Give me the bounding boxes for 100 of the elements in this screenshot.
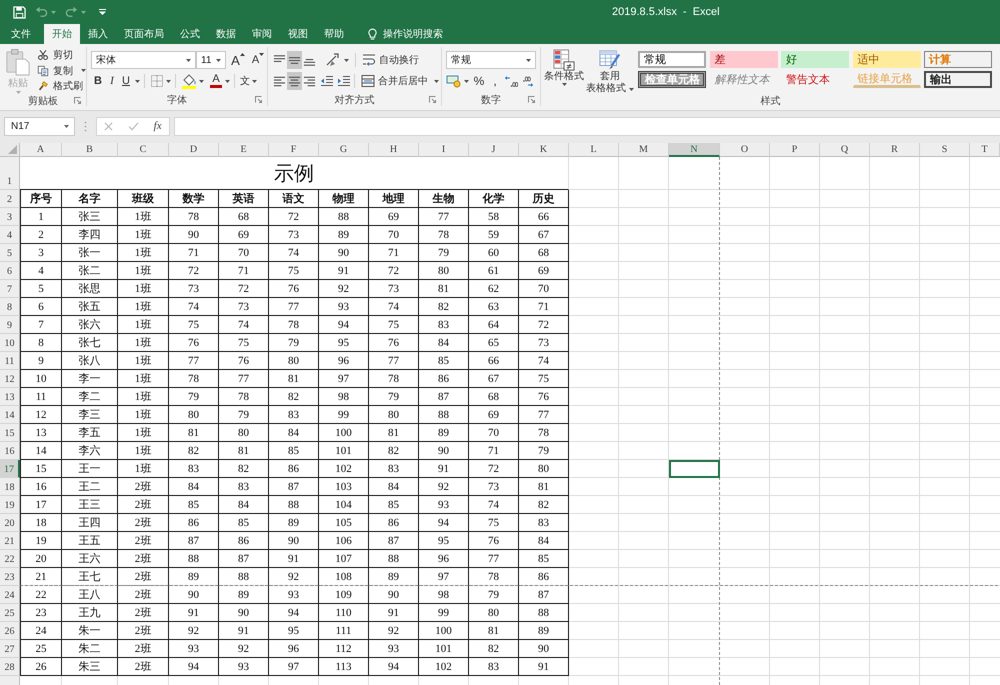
borders-icon[interactable] [150,74,164,88]
column-header[interactable]: K [519,143,569,157]
row-header[interactable]: 4 [0,226,20,244]
caret-icon[interactable] [216,58,221,62]
dialog-launcher-icon[interactable] [429,96,436,103]
align-center-button[interactable] [287,72,302,90]
increase-decimal-icon[interactable] [504,74,518,88]
row-header[interactable]: 9 [0,316,20,334]
row-header[interactable]: 27 [0,640,20,658]
tell-me-search[interactable]: 操作说明搜索 [383,27,443,41]
column-header[interactable]: M [619,143,669,157]
formula-input[interactable] [174,116,1000,136]
row-header[interactable]: 7 [0,280,20,298]
column-header[interactable]: R [870,143,920,157]
dialog-launcher-icon[interactable] [74,97,81,104]
grip-icon[interactable] [84,120,87,132]
currency-icon[interactable] [446,74,462,88]
caret-icon[interactable] [434,80,439,82]
caret-icon[interactable] [252,80,257,82]
cell-style-option[interactable]: 好 [781,51,849,68]
shrink-font-button[interactable]: A [250,51,266,69]
row-header[interactable]: 1 [0,157,20,190]
underline-button[interactable]: U [119,72,133,90]
format-painter-button[interactable]: 格式刷 [37,78,89,94]
name-box[interactable]: N17 [4,116,75,136]
column-header[interactable]: A [20,143,62,157]
cell-style-option[interactable]: 警告文本 [781,71,849,88]
row-header[interactable]: 11 [0,352,20,370]
row-header[interactable]: 12 [0,370,20,388]
caret-icon[interactable] [629,88,634,90]
cell-style-option[interactable]: 差 [710,51,778,68]
row-header[interactable]: 19 [0,496,20,514]
ribbon-tab[interactable]: 文件 [3,24,39,44]
column-header[interactable]: L [569,143,619,157]
dialog-launcher-icon[interactable] [255,96,262,103]
row-header[interactable]: 3 [0,208,20,226]
number-format-field[interactable]: 常规 [446,51,536,69]
cut-button[interactable]: 剪切 [37,47,89,63]
column-header[interactable]: D [169,143,219,157]
row-header[interactable]: 28 [0,658,20,676]
font-name-field[interactable]: 宋体 [91,51,196,69]
dialog-launcher-icon[interactable] [528,96,535,103]
ribbon-tab[interactable]: 插入 [80,24,116,44]
format-as-table-button[interactable]: 套用 表格格式 [585,47,635,95]
customize-icon[interactable] [99,9,106,15]
column-header[interactable]: E [219,143,269,157]
column-header[interactable]: O [720,143,770,157]
percent-button[interactable]: % [472,72,486,90]
column-header[interactable]: N [669,143,720,157]
grow-font-button[interactable]: A [230,51,246,69]
conditional-format-button[interactable]: 条件格式 [543,47,585,86]
row-header[interactable]: 24 [0,586,20,604]
row-header[interactable]: 10 [0,334,20,352]
ribbon-tab[interactable]: 数据 [208,24,244,44]
font-color-button[interactable]: A [209,72,223,90]
lightbulb-icon[interactable] [368,28,377,40]
column-header[interactable]: F [269,143,319,157]
fill-color-icon[interactable] [181,73,197,89]
caret-icon[interactable] [166,80,171,82]
row-header[interactable]: 23 [0,568,20,586]
active-cell[interactable] [669,460,720,478]
column-header[interactable]: Q [820,143,870,157]
column-header[interactable]: B [62,143,118,157]
increase-indent-icon[interactable] [337,74,351,88]
text-orientation-icon[interactable] [325,53,341,67]
row-header[interactable]: 25 [0,604,20,622]
copy-button[interactable]: 复制 [37,62,89,78]
caret-icon[interactable] [64,124,69,128]
caret-icon[interactable] [526,58,531,62]
ribbon-tab[interactable]: 公式 [172,24,208,44]
row-header[interactable]: 18 [0,478,20,496]
insert-function-button[interactable]: fx [154,120,162,132]
column-header[interactable]: C [118,143,169,157]
italic-button[interactable]: I [105,72,119,90]
comma-button[interactable]: , [488,72,502,90]
cell-style-option[interactable]: 输出 [924,71,992,88]
row-header[interactable]: 20 [0,514,20,532]
ribbon-tab[interactable]: 审阅 [244,24,280,44]
column-header[interactable]: T [970,143,1000,157]
cell-style-option[interactable]: 适中 [852,51,920,68]
column-header[interactable]: P [770,143,820,157]
font-size-field[interactable]: 11 [196,51,226,69]
caret-icon[interactable] [81,69,86,72]
merge-center-button[interactable]: 合并后居中 [361,72,439,90]
row-header[interactable]: 14 [0,406,20,424]
bold-button[interactable]: B [91,72,105,90]
column-header[interactable]: H [369,143,419,157]
caret-icon[interactable] [186,58,191,62]
row-header[interactable]: 16 [0,442,20,460]
caret-icon[interactable] [199,80,204,82]
save-icon[interactable] [13,6,26,18]
ribbon-tab[interactable]: 视图 [280,24,316,44]
caret-icon[interactable] [344,58,349,62]
column-header[interactable]: G [319,143,369,157]
ribbon-tab[interactable]: 帮助 [316,24,352,44]
row-header[interactable]: 2 [0,190,20,208]
wrap-text-button[interactable]: 自动换行 [362,51,419,69]
row-header[interactable]: 13 [0,388,20,406]
caret-icon[interactable] [135,80,140,82]
row-header[interactable]: 5 [0,244,20,262]
